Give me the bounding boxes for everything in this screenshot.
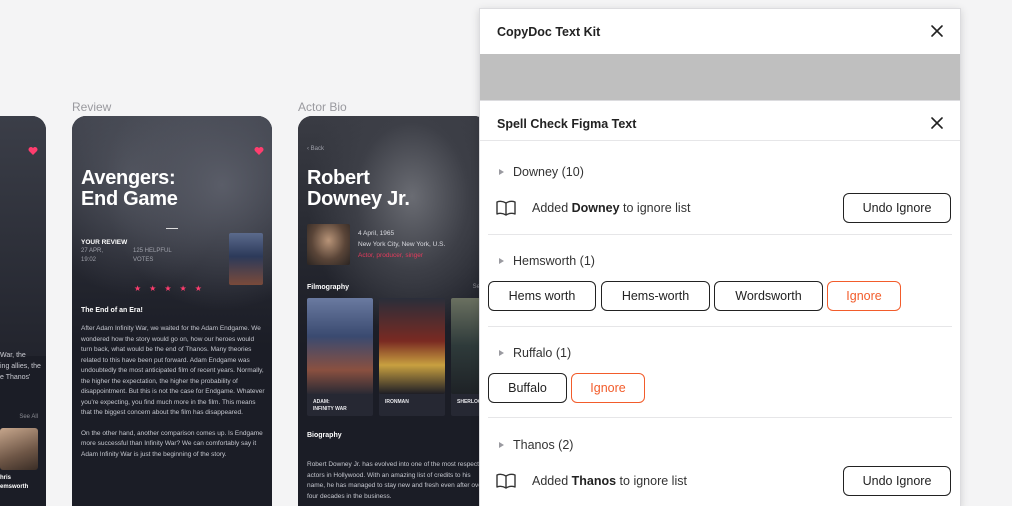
review-paragraph: After Adam Infinity War, we waited for t… <box>81 325 265 416</box>
spell-check-title: Spell Check Figma Text <box>497 117 637 131</box>
movie-title: Avengers: End Game <box>81 168 231 210</box>
review-paragraph: On the other hand, another comparison co… <box>81 429 263 458</box>
helpful-votes-line: VOTES <box>133 257 154 263</box>
caret-right-icon <box>499 169 504 175</box>
actor-title-line: Downey Jr. <box>307 188 410 210</box>
frame-label-actor-bio[interactable]: Actor Bio <box>298 100 347 114</box>
film-caption-line: ADAM: <box>313 399 330 405</box>
film-caption-line: INFINITY WAR <box>313 406 347 412</box>
message-prefix: Added <box>532 201 572 215</box>
section-toggle-hemsworth[interactable]: Hemsworth (1) <box>499 254 595 268</box>
actor-name: hris emsworth <box>0 474 28 492</box>
text-line: War, the <box>0 352 26 359</box>
frame-left-screen[interactable]: War, the ing allies, the e Thanos' See A… <box>0 116 46 506</box>
section-toggle-thanos[interactable]: Thanos (2) <box>499 438 573 452</box>
filmography-heading: Filmography <box>307 284 350 291</box>
hero-image <box>0 116 46 356</box>
suggestion-button[interactable]: Hems worth <box>488 281 596 311</box>
text-line: e Thanos' <box>0 374 31 381</box>
caret-right-icon <box>499 258 504 264</box>
biography-heading: Biography <box>307 432 342 439</box>
frame-left-text: War, the ing allies, the e Thanos' <box>0 350 46 383</box>
ignored-word: Downey <box>571 201 620 215</box>
suggestion-button[interactable]: Wordsworth <box>714 281 823 311</box>
heart-icon <box>28 146 38 156</box>
actor-info: 4 April, 1965 New York City, New York, U… <box>358 228 488 261</box>
actor-photo <box>307 224 350 265</box>
section-word: Ruffalo (1) <box>513 346 572 360</box>
actor-title-line: Robert <box>307 167 370 189</box>
birth-place: New York City, New York, U.S. <box>358 241 446 248</box>
section-divider <box>488 417 952 418</box>
undo-ignore-button[interactable]: Undo Ignore <box>843 466 951 496</box>
birth-date: 4 April, 1965 <box>358 230 395 237</box>
back-link: ‹ Back <box>307 146 325 152</box>
movie-title-line: End Game <box>81 188 178 210</box>
section-toggle-ruffalo[interactable]: Ruffalo (1) <box>499 346 571 360</box>
message-suffix: to ignore list <box>619 201 691 215</box>
actor-title: Robert Downey Jr. <box>307 168 477 210</box>
film-caption-line: SHERLOC <box>457 399 482 405</box>
film-card: IRONMAN <box>379 298 445 416</box>
ignore-button[interactable]: Ignore <box>571 373 645 403</box>
spell-check-panel: Spell Check Figma Text Downey (10) Added… <box>479 100 961 506</box>
book-icon <box>495 200 517 216</box>
actor-roles: Actor, producer, singer <box>358 252 424 259</box>
section-word: Thanos (2) <box>513 438 574 452</box>
your-review-label: YOUR REVIEW <box>81 239 128 246</box>
section-word: Hemsworth (1) <box>513 254 595 268</box>
frame-review-screen[interactable]: Avengers: End Game YOUR REVIEW 27 APR, 1… <box>72 116 272 506</box>
ignored-word: Thanos <box>571 474 617 488</box>
review-date-line: 27 APR, <box>81 248 104 254</box>
see-all-link: See All <box>19 414 38 420</box>
section-divider <box>488 326 952 327</box>
panel-overlay <box>480 54 960 100</box>
movie-poster <box>229 233 263 285</box>
film-poster <box>379 298 445 394</box>
film-caption: SHERLOC <box>457 399 481 406</box>
rating-stars: ★★★★★ <box>134 284 210 293</box>
heart-icon <box>254 146 264 156</box>
film-caption: ADAM: INFINITY WAR <box>313 399 347 413</box>
divider <box>166 228 178 229</box>
message-prefix: Added <box>532 474 572 488</box>
actor-avatar <box>0 428 38 470</box>
film-caption: IRONMAN <box>385 399 409 406</box>
helpful-votes-line: 125 HELPFUL <box>133 248 172 254</box>
spell-check-header: Spell Check Figma Text <box>480 101 960 141</box>
caret-right-icon <box>499 442 504 448</box>
close-icon[interactable] <box>929 115 945 131</box>
suggestion-button[interactable]: Buffalo <box>488 373 567 403</box>
review-body: After Adam Infinity War, we waited for t… <box>81 324 265 470</box>
review-date: 27 APR, 19:02 <box>81 247 121 265</box>
section-word: Downey (10) <box>513 165 584 179</box>
section-divider <box>488 234 952 235</box>
review-date-line: 19:02 <box>81 257 97 263</box>
panel-header: CopyDoc Text Kit <box>480 9 960 54</box>
movie-title-line: Avengers: <box>81 167 176 189</box>
ignored-message: Added Downey to ignore list <box>532 201 690 215</box>
actor-name-line: hris <box>0 475 12 481</box>
message-suffix: to ignore list <box>616 474 687 488</box>
frame-label-review[interactable]: Review <box>72 100 111 114</box>
review-heading: The End of an Era! <box>81 307 143 314</box>
film-caption-line: IRONMAN <box>385 399 409 405</box>
actor-name-line: emsworth <box>0 484 29 490</box>
panel-title: CopyDoc Text Kit <box>497 25 601 39</box>
ignore-button[interactable]: Ignore <box>827 281 901 311</box>
close-icon[interactable] <box>929 23 945 39</box>
section-toggle-downey[interactable]: Downey (10) <box>499 165 584 179</box>
film-poster <box>307 298 373 394</box>
text-line: ing allies, the <box>0 363 41 370</box>
film-card: ADAM: INFINITY WAR <box>307 298 373 416</box>
book-icon <box>495 473 517 489</box>
frame-actor-bio-screen[interactable]: ‹ Back Robert Downey Jr. 4 April, 1965 N… <box>298 116 488 506</box>
biography-text: Robert Downey Jr. has evolved into one o… <box>307 461 487 500</box>
undo-ignore-button[interactable]: Undo Ignore <box>843 193 951 223</box>
ignored-message: Added Thanos to ignore list <box>532 474 687 488</box>
suggestion-button[interactable]: Hems-worth <box>601 281 710 311</box>
caret-right-icon <box>499 350 504 356</box>
helpful-votes: 125 HELPFUL VOTES <box>133 247 193 265</box>
